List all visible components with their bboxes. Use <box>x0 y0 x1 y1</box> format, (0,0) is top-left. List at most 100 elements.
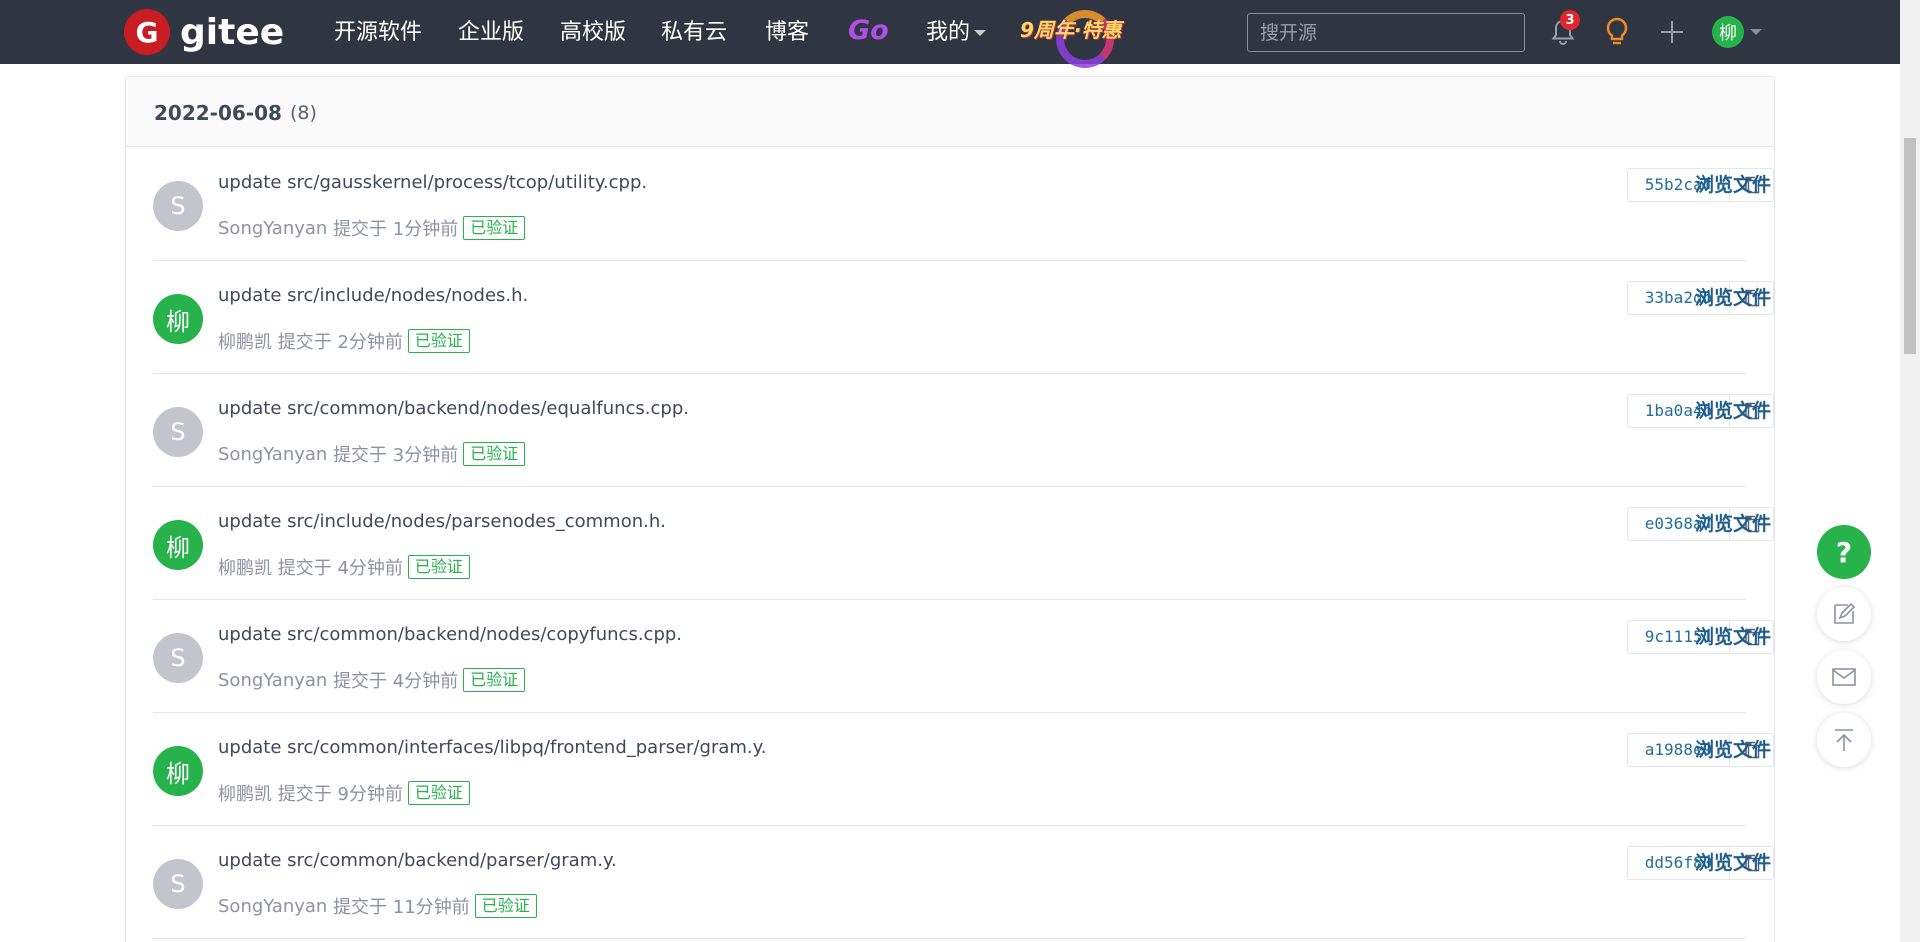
commit-time: 2分钟前 <box>337 332 403 353</box>
question-icon: ? <box>1835 535 1853 569</box>
commit-row: S update src/common/backend/nodes/equalf… <box>153 374 1774 487</box>
author-avatar[interactable]: 柳 <box>153 294 203 344</box>
lightbulb-button[interactable] <box>1599 14 1635 50</box>
commit-message[interactable]: update src/include/nodes/nodes.h. <box>218 285 528 306</box>
author-avatar[interactable]: 柳 <box>153 746 203 796</box>
commit-time: 1分钟前 <box>392 219 459 240</box>
commit-time: 3分钟前 <box>392 445 459 466</box>
commit-author[interactable]: SongYanyan <box>218 670 327 691</box>
author-avatar[interactable]: S <box>153 181 203 231</box>
commit-time: 4分钟前 <box>392 671 459 692</box>
commit-meta: 柳鹏凯 提交于 9分钟前 已验证 <box>218 780 470 806</box>
commit-author[interactable]: SongYanyan <box>218 444 327 465</box>
commit-action: 提交于 <box>333 671 388 692</box>
browse-files-link[interactable]: 浏览文件 <box>1695 735 1771 762</box>
commit-row: 柳 update src/common/interfaces/libpq/fro… <box>153 713 1774 826</box>
nav-education[interactable]: 高校版 <box>560 18 626 48</box>
notification-count-badge: 3 <box>1560 10 1580 30</box>
commit-author[interactable]: 柳鹏凯 <box>218 554 272 580</box>
commit-message[interactable]: update src/common/backend/nodes/equalfun… <box>218 398 689 419</box>
author-avatar[interactable]: S <box>153 633 203 683</box>
commit-action: 提交于 <box>277 784 332 805</box>
commit-author[interactable]: SongYanyan <box>218 218 327 239</box>
commit-time: 9分钟前 <box>337 784 403 805</box>
commit-message[interactable]: update src/common/interfaces/libpq/front… <box>218 737 766 758</box>
commit-author[interactable]: 柳鹏凯 <box>218 328 272 354</box>
gitee-logo[interactable]: G gitee <box>124 9 284 55</box>
feedback-edit-icon <box>1834 602 1856 624</box>
nav-mine-label: 我的 <box>926 20 971 45</box>
nav-open-source[interactable]: 开源软件 <box>334 18 422 48</box>
scrollbar-thumb[interactable] <box>1904 138 1916 354</box>
commit-row: S update src/gausskernel/process/tcop/ut… <box>153 148 1774 261</box>
chevron-down-icon <box>1750 29 1762 35</box>
commit-date-header: 2022-06-08 (8) <box>126 77 1774 147</box>
commit-message[interactable]: update src/include/nodes/parsenodes_comm… <box>218 511 666 532</box>
chevron-down-icon <box>974 30 987 36</box>
commit-meta: 柳鹏凯 提交于 2分钟前 已验证 <box>218 328 470 354</box>
nav-mine[interactable]: 我的 <box>926 18 987 48</box>
commits-panel: 2022-06-08 (8) S update src/gausskernel/… <box>125 76 1775 942</box>
verified-badge: 已验证 <box>407 781 470 805</box>
plus-icon <box>1661 21 1683 43</box>
commit-time: 11分钟前 <box>392 897 470 918</box>
user-avatar[interactable]: 柳 <box>1712 16 1744 48</box>
author-avatar[interactable]: S <box>153 407 203 457</box>
verified-badge: 已验证 <box>463 442 526 466</box>
nav-private-cloud[interactable]: 私有云 <box>661 18 727 48</box>
gitee-logo-icon: G <box>124 9 170 55</box>
commit-action: 提交于 <box>277 332 332 353</box>
commit-action: 提交于 <box>277 558 332 579</box>
create-button[interactable] <box>1654 14 1690 50</box>
browse-files-link[interactable]: 浏览文件 <box>1695 848 1771 875</box>
commit-row: S update src/common/backend/nodes/copyfu… <box>153 600 1774 713</box>
user-menu-dropdown[interactable] <box>1744 14 1764 50</box>
mail-icon <box>1832 668 1856 686</box>
nav-blog[interactable]: 博客 <box>765 18 809 48</box>
search-input[interactable] <box>1247 13 1525 52</box>
gitee-logo-text: gitee <box>180 11 285 53</box>
anniversary-promo-banner[interactable]: 9周年·特惠 <box>1016 8 1134 68</box>
feedback-button[interactable] <box>1817 587 1871 641</box>
commit-count: (8) <box>290 102 317 124</box>
page-scrollbar[interactable] <box>1900 0 1920 942</box>
commit-action: 提交于 <box>333 219 388 240</box>
browse-files-link[interactable]: 浏览文件 <box>1695 622 1771 649</box>
commit-date: 2022-06-08 <box>154 101 282 125</box>
verified-badge: 已验证 <box>474 894 537 918</box>
nav-go[interactable]: Go <box>848 16 889 46</box>
lightbulb-icon <box>1606 17 1628 45</box>
commit-message[interactable]: update src/common/backend/nodes/copyfunc… <box>218 624 682 645</box>
browse-files-link[interactable]: 浏览文件 <box>1695 283 1771 310</box>
top-navbar: G gitee 开源软件 企业版 高校版 私有云 博客 Go 我的 9周年·特惠… <box>0 0 1900 68</box>
promo-text: 9周年·特惠 <box>1020 18 1122 42</box>
commit-action: 提交于 <box>333 445 388 466</box>
verified-badge: 已验证 <box>463 668 526 692</box>
commit-action: 提交于 <box>333 897 388 918</box>
commit-row: S update src/common/backend/parser/gram.… <box>153 826 1774 939</box>
commit-meta: SongYanyan 提交于 3分钟前 已验证 <box>218 441 526 467</box>
help-button[interactable]: ? <box>1817 525 1871 579</box>
commit-author[interactable]: SongYanyan <box>218 896 327 917</box>
commit-row: 柳 update src/include/nodes/parsenodes_co… <box>153 487 1774 600</box>
commit-author[interactable]: 柳鹏凯 <box>218 780 272 806</box>
commit-time: 4分钟前 <box>337 558 403 579</box>
author-avatar[interactable]: S <box>153 859 203 909</box>
author-avatar[interactable]: 柳 <box>153 520 203 570</box>
commit-meta: SongYanyan 提交于 4分钟前 已验证 <box>218 667 526 693</box>
verified-badge: 已验证 <box>407 329 470 353</box>
commit-message[interactable]: update src/gausskernel/process/tcop/util… <box>218 172 647 193</box>
commit-row: 柳 update src/include/nodes/nodes.h. 柳鹏凯 … <box>153 261 1774 374</box>
nav-enterprise[interactable]: 企业版 <box>458 18 524 48</box>
commit-meta: SongYanyan 提交于 11分钟前 已验证 <box>218 893 537 919</box>
back-to-top-icon <box>1835 729 1853 751</box>
verified-badge: 已验证 <box>407 555 470 579</box>
commit-message[interactable]: update src/common/backend/parser/gram.y. <box>218 850 617 871</box>
back-to-top-button[interactable] <box>1817 713 1871 767</box>
commit-meta: SongYanyan 提交于 1分钟前 已验证 <box>218 215 526 241</box>
verified-badge: 已验证 <box>463 216 526 240</box>
browse-files-link[interactable]: 浏览文件 <box>1695 170 1771 197</box>
message-button[interactable] <box>1817 650 1871 704</box>
browse-files-link[interactable]: 浏览文件 <box>1695 396 1771 423</box>
browse-files-link[interactable]: 浏览文件 <box>1695 509 1771 536</box>
